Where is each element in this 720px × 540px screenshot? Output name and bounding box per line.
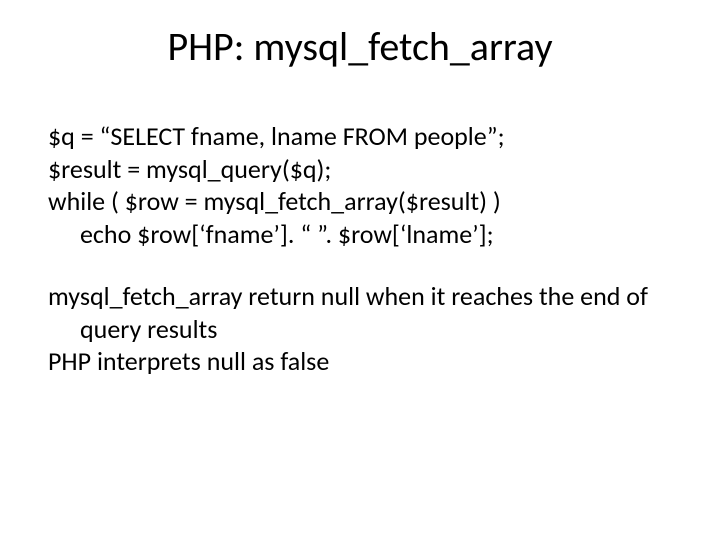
code-line-4-text: echo $row[‘fname’]. “ ”. $row[‘lname’];	[48, 218, 672, 251]
code-line-3: while ( $row = mysql_fetch_array($result…	[48, 185, 672, 218]
slide-body: $q = “SELECT fname, lname FROM people”; …	[48, 120, 672, 378]
code-line-4: echo $row[‘fname’]. “ ”. $row[‘lname’];	[48, 218, 672, 251]
code-line-1: $q = “SELECT fname, lname FROM people”;	[48, 120, 672, 153]
slide: PHP: mysql_fetch_array $q = “SELECT fnam…	[0, 0, 720, 540]
spacer	[48, 250, 672, 280]
slide-title: PHP: mysql_fetch_array	[0, 22, 720, 71]
code-line-2: $result = mysql_query($q);	[48, 153, 672, 186]
note-line-2: PHP interprets null as false	[48, 345, 672, 378]
note-line-1: mysql_fetch_array return null when it re…	[48, 280, 672, 345]
